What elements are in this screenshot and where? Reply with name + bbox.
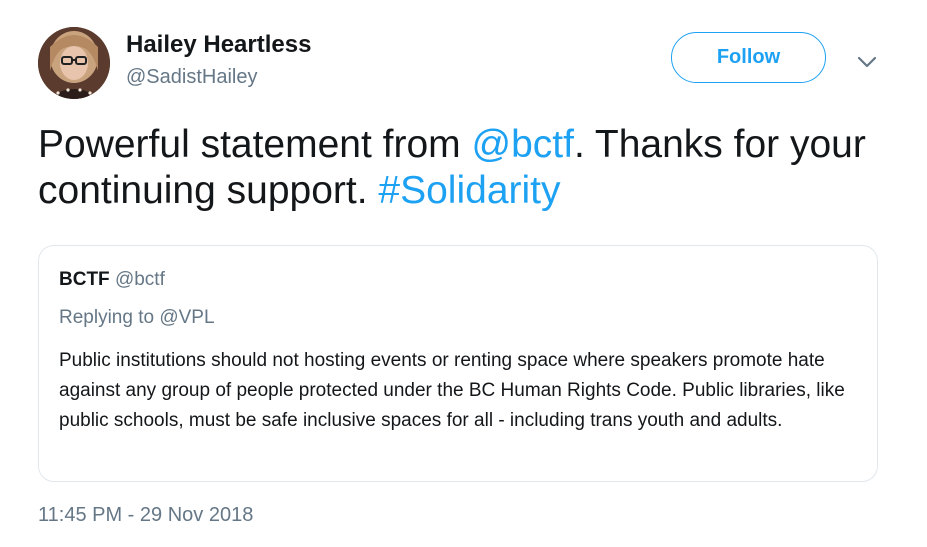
author-handle[interactable]: @SadistHailey xyxy=(126,66,257,89)
replying-to-label: Replying to @VPL xyxy=(59,307,215,328)
quoted-tweet-text: Public institutions should not hosting e… xyxy=(59,350,845,431)
tweet-text-part: Powerful statement from xyxy=(38,123,472,166)
author-display-name[interactable]: Hailey Heartless xyxy=(126,31,311,59)
chevron-down-icon[interactable] xyxy=(855,50,879,74)
tweet-timestamp[interactable]: 11:45 PM - 29 Nov 2018 xyxy=(38,504,253,527)
mention-link[interactable]: @bctf xyxy=(472,123,574,166)
quoted-tweet[interactable]: BCTF @bctf Replying to @VPL Public insti… xyxy=(38,245,878,482)
hashtag-link[interactable]: #Solidarity xyxy=(378,169,560,212)
profile-photo-icon xyxy=(38,27,110,99)
quoted-tweet-header: BCTF @bctf xyxy=(59,268,857,292)
follow-button[interactable]: Follow xyxy=(671,32,826,83)
avatar[interactable] xyxy=(38,27,110,99)
tweet-card: Hailey Heartless @SadistHailey Follow Po… xyxy=(0,0,927,547)
quoted-author-handle: @bctf xyxy=(114,269,165,290)
tweet-text: Powerful statement from @bctf. Thanks fo… xyxy=(38,122,888,214)
quoted-author-name: BCTF xyxy=(59,269,110,290)
